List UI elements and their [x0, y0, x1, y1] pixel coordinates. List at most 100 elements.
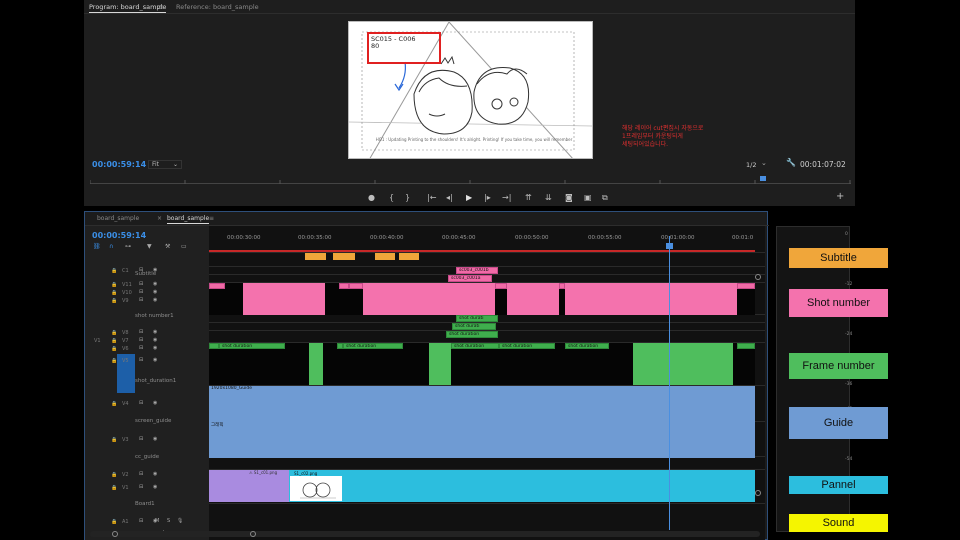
sync-lock-icon[interactable]: ⊟	[139, 400, 143, 406]
lock-icon[interactable]: 🔒	[111, 401, 117, 407]
shot-duration-clip[interactable]: shot duration	[446, 331, 498, 338]
eye-icon[interactable]: ◉	[153, 471, 157, 477]
mute-button[interactable]: M	[155, 518, 159, 524]
sync-lock-icon[interactable]: ⊟	[139, 281, 143, 287]
lock-icon[interactable]: 🔒	[111, 346, 117, 352]
shot-number-clip[interactable]	[243, 283, 291, 315]
cc-guide-clip[interactable]: 그래픽	[209, 422, 755, 458]
playhead-handle[interactable]	[666, 243, 673, 249]
tab-menu-icon[interactable]: ≡	[158, 3, 163, 11]
shot-number-clip[interactable]	[291, 283, 325, 315]
captions-icon[interactable]: ▭	[181, 243, 187, 250]
eye-icon[interactable]: ◉	[153, 436, 157, 442]
add-marker-icon[interactable]: ▼	[147, 243, 152, 250]
lock-icon[interactable]: 🔒	[111, 358, 117, 364]
sync-lock-icon[interactable]: ⊟	[139, 289, 143, 295]
extract-button[interactable]: ⇊	[545, 193, 552, 202]
nest-icon[interactable]: ⛓	[93, 243, 101, 250]
comparison-view-button[interactable]: ▣	[584, 193, 592, 202]
sync-lock-icon[interactable]: ⊟	[139, 518, 143, 524]
subtitle-clip[interactable]	[333, 253, 355, 260]
shot-number-clip[interactable]	[737, 283, 755, 289]
eye-icon[interactable]: ◉	[153, 329, 157, 335]
step-forward-button[interactable]: |▸	[484, 193, 491, 202]
sync-lock-icon[interactable]: ⊟	[139, 337, 143, 343]
solo-button[interactable]: S	[167, 518, 170, 524]
wrench-icon[interactable]: 🔧	[786, 158, 796, 167]
lock-icon[interactable]: 🔒	[111, 472, 117, 478]
horizontal-scrollbar[interactable]	[90, 531, 760, 537]
eye-icon[interactable]: ◉	[153, 297, 157, 303]
subtitle-clip[interactable]	[399, 253, 419, 260]
sync-lock-icon[interactable]: ⊟	[139, 357, 143, 363]
shot-number-clip[interactable]	[507, 283, 559, 315]
time-ruler[interactable]: 00:00:30:00 00:00:35:00 00:00:40:00 00:00:4…	[84, 211, 768, 241]
tab-program[interactable]: Program: board_sample	[89, 3, 167, 13]
vertical-scroll-handle[interactable]	[755, 490, 761, 496]
scroll-left-handle[interactable]	[112, 531, 118, 537]
shot-duration-clip[interactable]	[429, 343, 451, 385]
lock-icon[interactable]: 🔒	[111, 330, 117, 336]
eye-icon[interactable]: ◉	[153, 484, 157, 490]
export-frame-button[interactable]: ◙	[565, 193, 573, 202]
eye-icon[interactable]: ◉	[153, 281, 157, 287]
shot-number-clip[interactable]	[409, 283, 449, 315]
shot-number-clip[interactable]	[615, 283, 737, 315]
sync-lock-icon[interactable]: ⊟	[139, 345, 143, 351]
shot-number-clip[interactable]	[209, 283, 225, 289]
shot-number-clip[interactable]	[449, 283, 495, 315]
vertical-scroll-handle[interactable]	[755, 274, 761, 280]
shot-number-clip[interactable]: sc003_c001a	[448, 275, 492, 282]
chevron-down-icon[interactable]: ⌄	[761, 159, 767, 167]
sync-lock-icon[interactable]: ⊟	[139, 297, 143, 303]
sync-lock-icon[interactable]: ⊟	[139, 484, 143, 490]
button-editor-add-button[interactable]: +	[836, 191, 844, 202]
mark-in-button[interactable]: {	[389, 193, 394, 202]
lift-button[interactable]: ⇈	[525, 193, 532, 202]
shot-duration-clip[interactable]: shot duration	[565, 343, 609, 349]
board-clip[interactable]	[343, 470, 755, 502]
shot-duration-clip[interactable]	[209, 343, 219, 349]
lock-icon[interactable]: 🔒	[111, 437, 117, 443]
shot-duration-clip[interactable]: shot durati	[452, 323, 496, 330]
shot-number-clip[interactable]	[565, 283, 615, 315]
lock-icon[interactable]: 🔒	[111, 485, 117, 491]
step-back-button[interactable]: ◂|	[446, 193, 453, 202]
eye-icon[interactable]: ◉	[153, 337, 157, 343]
lock-icon[interactable]: 🔒	[111, 282, 117, 288]
shot-duration-clip[interactable]	[633, 343, 733, 385]
board-clip[interactable]: S1_c02.png	[289, 470, 343, 502]
shot-duration-clip[interactable]: shot duration	[343, 343, 403, 349]
shot-number-clip[interactable]	[495, 283, 507, 289]
resolution-select[interactable]: 1/2	[746, 161, 756, 169]
eye-icon[interactable]: ◉	[153, 357, 157, 363]
linked-selection-icon[interactable]: ⊶	[125, 243, 131, 250]
shot-duration-clip[interactable]: shot duration	[219, 343, 285, 349]
zoom-fit-select[interactable]: Fit ⌄	[148, 160, 182, 169]
lock-icon[interactable]: 🔒	[111, 338, 117, 344]
shot-number-clip[interactable]	[339, 283, 349, 289]
subtitle-clip[interactable]	[305, 253, 326, 260]
snap-magnet-icon[interactable]: ∩	[109, 243, 113, 250]
subtitle-clip[interactable]	[375, 253, 395, 260]
shot-duration-clip[interactable]: shot durati	[456, 315, 498, 322]
shot-duration-clip[interactable]: shot duration	[451, 343, 499, 349]
sync-lock-icon[interactable]: ⊟	[139, 329, 143, 335]
wrench-icon[interactable]: ⚒	[165, 243, 170, 250]
scroll-right-handle[interactable]	[250, 531, 256, 537]
go-to-out-button[interactable]: →|	[502, 193, 511, 202]
vr-view-button[interactable]: ⧉	[602, 193, 608, 203]
eye-icon[interactable]: ◉	[153, 400, 157, 406]
go-to-in-button[interactable]: |←	[427, 193, 436, 202]
work-area-bar[interactable]	[209, 250, 755, 252]
shot-number-clip[interactable]: sc003_c001b	[456, 267, 498, 274]
track-area[interactable]: sc003_c001b sc003_c001a shot durati shot du…	[209, 226, 765, 540]
shot-number-clip[interactable]	[349, 283, 363, 289]
program-timecode[interactable]: 00:00:59:14	[92, 160, 146, 169]
eye-icon[interactable]: ◉	[153, 345, 157, 351]
sync-lock-icon[interactable]: ⊟	[139, 436, 143, 442]
shot-duration-clip[interactable]: shot duration	[499, 343, 555, 349]
shot-duration-clip[interactable]	[309, 343, 323, 385]
play-button[interactable]: ▶	[466, 193, 472, 202]
mark-out-button[interactable]: }	[405, 193, 410, 202]
